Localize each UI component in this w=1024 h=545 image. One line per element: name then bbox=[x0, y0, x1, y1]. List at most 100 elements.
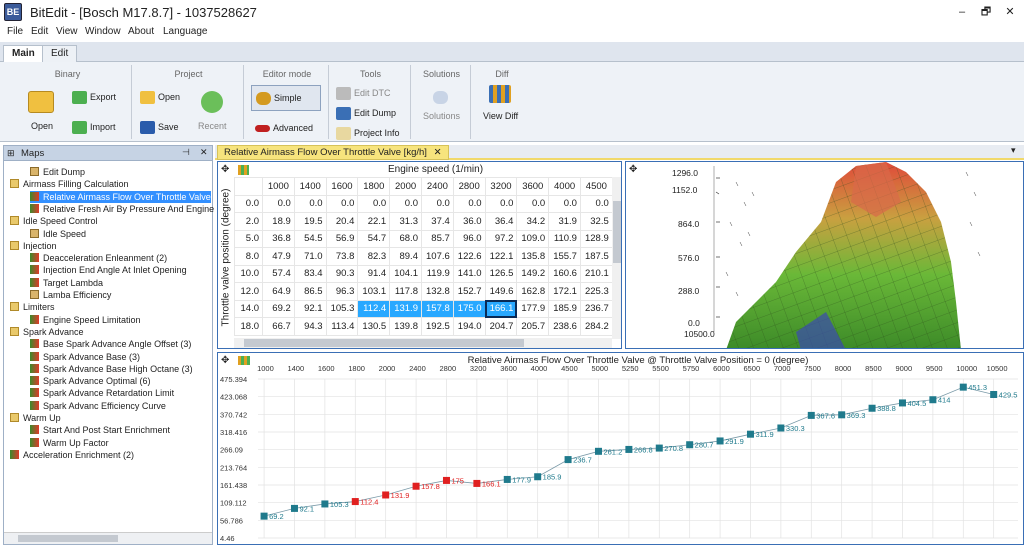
table-cell[interactable]: 194.0 bbox=[452, 317, 486, 336]
x-header-cell[interactable]: 2000 bbox=[389, 177, 422, 196]
data-point[interactable] bbox=[686, 441, 694, 449]
close-icon[interactable]: ✕ bbox=[200, 147, 208, 158]
cloud-icon-wrap[interactable] bbox=[433, 91, 451, 104]
x-header-cell[interactable]: 4500 bbox=[579, 177, 613, 196]
table-cell[interactable]: 139.8 bbox=[389, 317, 422, 336]
data-point[interactable] bbox=[716, 437, 724, 445]
table-cell[interactable]: 192.5 bbox=[420, 317, 454, 336]
tree-folder[interactable]: Spark Advance bbox=[10, 326, 84, 338]
tree-item[interactable]: Target Lambda bbox=[30, 277, 103, 289]
tree-item[interactable]: Spark Advance Base (3) bbox=[30, 351, 140, 363]
table-cell[interactable]: 113.4 bbox=[325, 317, 359, 336]
table-cell[interactable]: 54.7 bbox=[357, 229, 391, 248]
import-button[interactable]: Import bbox=[72, 121, 116, 134]
y-header-cell[interactable]: 5.0 bbox=[234, 229, 263, 248]
table-cell[interactable]: 34.2 bbox=[516, 212, 550, 231]
table-cell[interactable]: 0.0 bbox=[357, 194, 391, 213]
tree-item[interactable]: Spark Advance Retardation Limit bbox=[30, 387, 174, 399]
x-header-cell[interactable]: 2400 bbox=[420, 177, 454, 196]
hscroll-thumb[interactable] bbox=[244, 339, 524, 347]
table-cell[interactable]: 107.6 bbox=[420, 247, 454, 266]
y-header-cell[interactable]: 2.0 bbox=[234, 212, 263, 231]
menu-about[interactable]: About bbox=[128, 26, 154, 37]
tree-item[interactable]: Start And Post Start Enrichment bbox=[30, 424, 170, 436]
y-header-cell[interactable]: 14.0 bbox=[234, 299, 263, 318]
project-save-button[interactable]: Save bbox=[140, 121, 179, 134]
data-point[interactable] bbox=[929, 396, 937, 404]
menu-window[interactable]: Window bbox=[85, 26, 121, 37]
recent-button[interactable]: Recent bbox=[198, 121, 227, 131]
data-point[interactable] bbox=[990, 390, 998, 398]
tree-item[interactable]: Injection End Angle At Inlet Opening bbox=[30, 264, 187, 276]
x-header-cell[interactable]: 1800 bbox=[357, 177, 391, 196]
table-cell[interactable]: 56.9 bbox=[325, 229, 359, 248]
table-cell[interactable]: 66.7 bbox=[262, 317, 295, 336]
table-cell[interactable]: 187.5 bbox=[579, 247, 613, 266]
table-cell[interactable]: 132.8 bbox=[420, 282, 454, 301]
tree-folder[interactable]: Injection bbox=[10, 240, 57, 252]
data-point[interactable] bbox=[442, 476, 450, 484]
table-cell[interactable]: 172.1 bbox=[548, 282, 581, 301]
tab-menu-icon[interactable]: ▾ bbox=[1011, 145, 1016, 156]
table-cell[interactable]: 225.3 bbox=[579, 282, 613, 301]
table-cell[interactable]: 36.0 bbox=[452, 212, 486, 231]
view-diff-button[interactable]: View Diff bbox=[483, 111, 518, 121]
x-header-cell[interactable]: 3600 bbox=[516, 177, 550, 196]
table-cell[interactable]: 119.9 bbox=[420, 264, 454, 283]
tree-folder[interactable]: Airmass Filling Calculation bbox=[10, 178, 129, 190]
tree-item[interactable]: Base Spark Advance Angle Offset (3) bbox=[30, 338, 191, 350]
table-cell[interactable]: 166.1 bbox=[484, 299, 518, 318]
table-cell[interactable]: 236.7 bbox=[579, 299, 613, 318]
tree-item[interactable]: Engine Speed Limitation bbox=[30, 314, 141, 326]
table-cell[interactable]: 135.8 bbox=[516, 247, 550, 266]
menu-language[interactable]: Language bbox=[163, 26, 208, 37]
tree-item[interactable]: Spark Advance Optimal (6) bbox=[30, 375, 151, 387]
table-cell[interactable]: 91.4 bbox=[357, 264, 391, 283]
x-header-cell[interactable]: 4000 bbox=[548, 177, 581, 196]
data-point[interactable] bbox=[838, 411, 846, 419]
advanced-mode-button[interactable]: Advanced bbox=[255, 123, 313, 133]
table-cell[interactable]: 0.0 bbox=[548, 194, 581, 213]
table-cell[interactable]: 0.0 bbox=[516, 194, 550, 213]
table-cell[interactable]: 205.7 bbox=[516, 317, 550, 336]
data-point[interactable] bbox=[534, 473, 542, 481]
tree-folder[interactable]: Limiters bbox=[10, 301, 55, 313]
data-point[interactable] bbox=[868, 404, 876, 412]
data-point[interactable] bbox=[351, 498, 359, 506]
table-cell[interactable]: 32.5 bbox=[579, 212, 613, 231]
edit-dump-button[interactable]: Edit Dump bbox=[336, 107, 396, 120]
table-cell[interactable]: 36.4 bbox=[484, 212, 518, 231]
maps-expand-icon[interactable]: ⊞ bbox=[7, 148, 15, 159]
data-point[interactable] bbox=[777, 424, 785, 432]
data-point[interactable] bbox=[321, 500, 329, 508]
table-cell[interactable]: 92.1 bbox=[293, 299, 327, 318]
table-cell[interactable]: 0.0 bbox=[452, 194, 486, 213]
table-cell[interactable]: 210.1 bbox=[579, 264, 613, 283]
table-cell[interactable]: 94.3 bbox=[293, 317, 327, 336]
table-cell[interactable]: 47.9 bbox=[262, 247, 295, 266]
tab-close-icon[interactable]: ✕ bbox=[434, 147, 442, 158]
table-cell[interactable]: 0.0 bbox=[484, 194, 518, 213]
table-hscrollbar[interactable] bbox=[234, 338, 612, 348]
table-cell[interactable]: 149.6 bbox=[484, 282, 518, 301]
table-cell[interactable]: 57.4 bbox=[262, 264, 295, 283]
table-cell[interactable]: 64.9 bbox=[262, 282, 295, 301]
table-cell[interactable]: 54.5 bbox=[293, 229, 327, 248]
data-point[interactable] bbox=[290, 504, 298, 512]
table-cell[interactable]: 162.8 bbox=[516, 282, 550, 301]
table-cell[interactable]: 155.7 bbox=[548, 247, 581, 266]
table-cell[interactable]: 0.0 bbox=[262, 194, 295, 213]
table-cell[interactable]: 19.5 bbox=[293, 212, 327, 231]
table-cell[interactable]: 36.8 bbox=[262, 229, 295, 248]
document-tab[interactable]: Relative Airmass Flow Over Throttle Valv… bbox=[217, 145, 449, 160]
table-cell[interactable]: 31.3 bbox=[389, 212, 422, 231]
table-cell[interactable]: 85.7 bbox=[420, 229, 454, 248]
table-cell[interactable]: 20.4 bbox=[325, 212, 359, 231]
tree-folder[interactable]: Idle Speed Control bbox=[10, 215, 98, 227]
table-cell[interactable]: 152.7 bbox=[452, 282, 486, 301]
table-cell[interactable]: 128.9 bbox=[579, 229, 613, 248]
table-cell[interactable]: 177.9 bbox=[516, 299, 550, 318]
table-cell[interactable]: 0.0 bbox=[325, 194, 359, 213]
table-cell[interactable]: 131.9 bbox=[389, 299, 422, 318]
data-point[interactable] bbox=[625, 445, 633, 453]
